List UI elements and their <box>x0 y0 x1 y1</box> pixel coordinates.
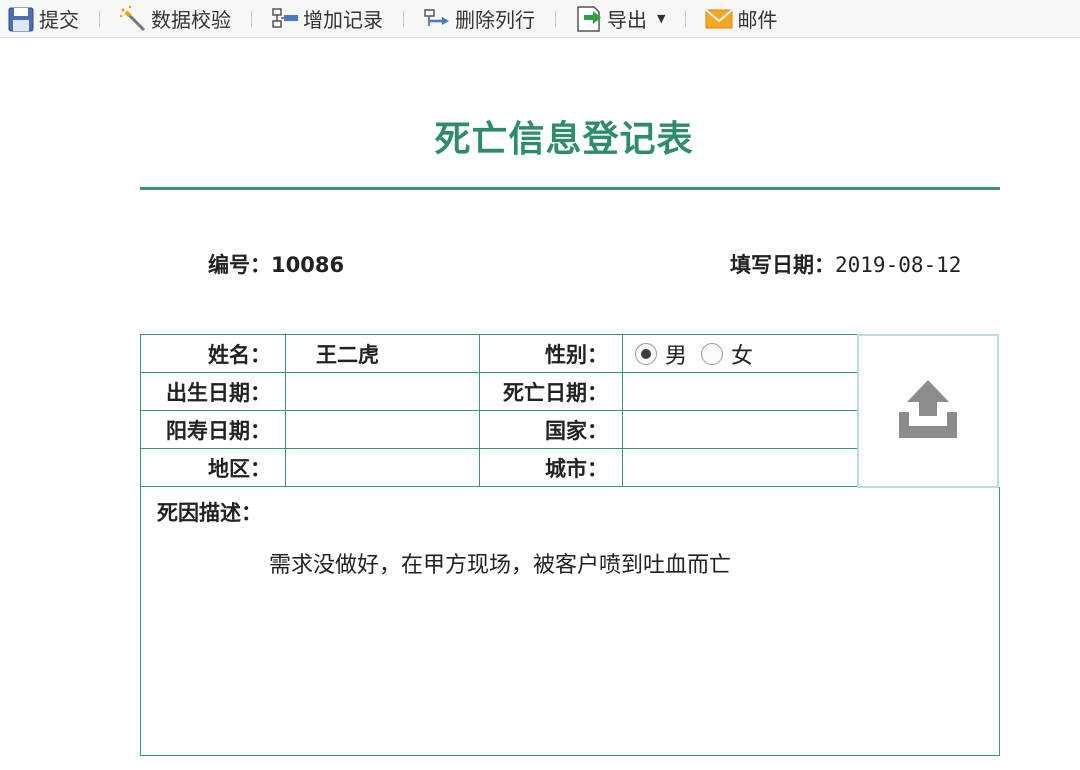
death-date-field[interactable] <box>622 372 858 411</box>
fill-date-label: 填写日期： <box>730 253 835 277</box>
table-row: 地区： 城市： <box>140 448 858 487</box>
delete-row-label: 删除列行 <box>455 8 535 32</box>
death-date-label: 死亡日期： <box>479 372 623 411</box>
toolbar-divider <box>99 10 100 27</box>
toolbar: 提交 数据校验 增加记录 删除列行 导出 ▼ 邮件 <box>0 0 1080 38</box>
cause-label: 死因描述： <box>157 501 262 525</box>
add-record-label: 增加记录 <box>303 8 383 32</box>
fill-date-value: 2019-08-12 <box>835 253 962 277</box>
toolbar-divider <box>251 10 252 27</box>
gender-male-label: 男 <box>665 343 688 369</box>
form-title: 死亡信息登记表 <box>434 118 694 160</box>
birth-date-field[interactable] <box>285 372 480 411</box>
city-label: 城市： <box>479 448 623 487</box>
cause-text: 需求没做好，在甲方现场，被客户喷到吐血而亡 <box>269 553 732 578</box>
cause-description-box[interactable]: 死因描述： 需求没做好，在甲方现场，被客户喷到吐血而亡 <box>140 487 1000 756</box>
validate-button[interactable]: 数据校验 <box>114 4 235 34</box>
lifespan-label: 阳寿日期： <box>140 410 286 449</box>
country-label: 国家： <box>479 410 623 449</box>
city-field[interactable] <box>622 448 858 487</box>
name-label: 姓名： <box>140 334 286 373</box>
toolbar-divider <box>685 10 687 27</box>
photo-upload[interactable] <box>857 334 999 488</box>
submit-label: 提交 <box>39 8 79 32</box>
validate-label: 数据校验 <box>151 8 231 32</box>
add-record-button[interactable]: 增加记录 <box>266 4 387 34</box>
delete-row-icon <box>422 4 452 34</box>
country-field[interactable] <box>622 410 858 449</box>
gender-male-radio[interactable] <box>635 342 657 365</box>
gender-field: 男 女 <box>622 334 858 373</box>
gender-female-label: 女 <box>731 343 754 369</box>
mail-icon <box>704 4 734 34</box>
toolbar-divider <box>555 10 556 27</box>
delete-row-button[interactable]: 删除列行 <box>418 4 539 34</box>
wand-icon <box>118 4 148 34</box>
toolbar-divider <box>403 10 404 27</box>
add-row-icon <box>270 4 300 34</box>
record-id-value: 10086 <box>271 253 345 277</box>
title-divider <box>140 187 1000 190</box>
gender-label: 性别： <box>479 334 623 373</box>
fill-date: 填写日期：2019-08-12 <box>730 249 961 279</box>
name-field[interactable]: 王二虎 <box>285 334 480 373</box>
table-row: 出生日期： 死亡日期： <box>140 372 858 411</box>
upload-icon <box>897 378 959 444</box>
region-field[interactable] <box>285 448 480 487</box>
birth-date-label: 出生日期： <box>140 372 286 411</box>
record-id: 编号：10086 <box>208 249 344 279</box>
gender-female-radio[interactable] <box>701 342 724 365</box>
chevron-down-icon[interactable]: ▼ <box>657 12 665 25</box>
export-icon <box>574 4 604 34</box>
region-label: 地区： <box>140 448 286 487</box>
save-icon <box>6 4 36 34</box>
mail-button[interactable]: 邮件 <box>700 4 781 34</box>
lifespan-field[interactable] <box>285 410 480 449</box>
info-table: 姓名： 王二虎 性别： 男 女 出生日期： 死亡日期： 阳寿日期： 国家： 地区… <box>140 334 858 487</box>
record-id-label: 编号： <box>208 253 271 277</box>
mail-label: 邮件 <box>737 8 778 32</box>
export-label: 导出 <box>607 8 647 32</box>
export-button[interactable]: 导出 ▼ <box>570 4 669 34</box>
table-row: 姓名： 王二虎 性别： 男 女 <box>140 334 858 373</box>
table-row: 阳寿日期： 国家： <box>140 410 858 449</box>
submit-button[interactable]: 提交 <box>2 4 83 34</box>
